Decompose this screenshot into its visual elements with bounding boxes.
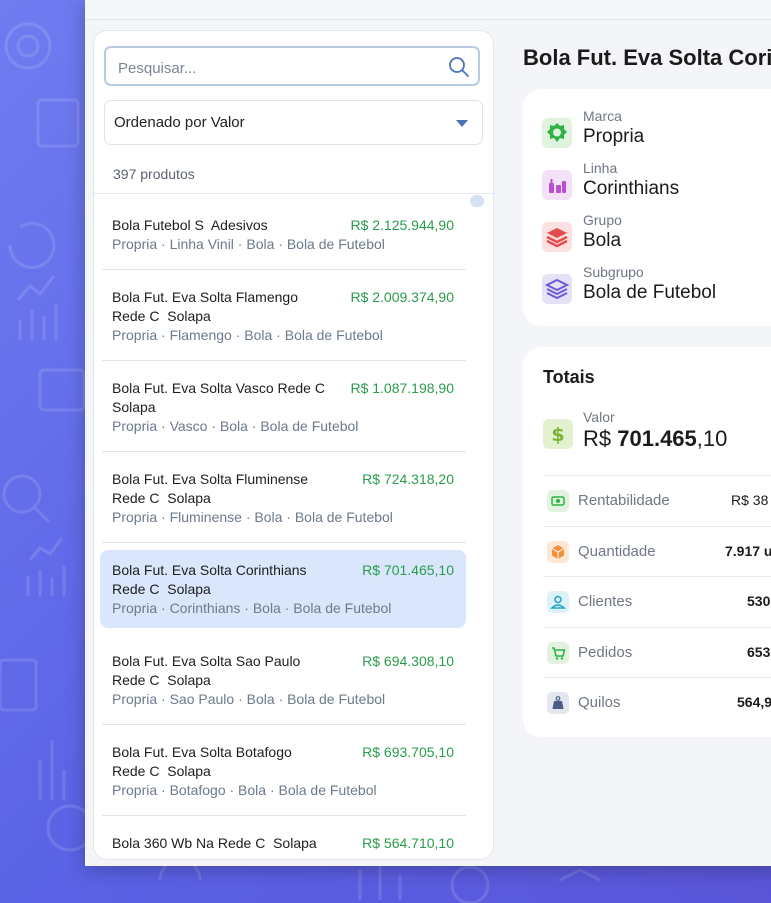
product-name: Bola Fut. Eva Solta Flamengo Rede C Sola… [112,289,302,324]
sort-select[interactable]: Ordenado por Valor [104,100,483,145]
sort-label: Ordenado por Valor [114,114,245,131]
list-item[interactable]: Bola Fut. Eva Solta Flamengo Rede C Sola… [100,270,466,361]
attribute-label: Subgrupo [583,264,644,280]
product-meta: Propria · Botafogo · Bola · Bola de Fute… [112,782,377,798]
kpi-value: 7.917 u [725,543,771,559]
product-meta: Propria · Vasco · Bola · Bola de Futebol [112,418,359,434]
cart-icon [547,642,569,664]
kpi-pedidos: Pedidos 653 [543,627,771,677]
product-price: R$ 2.009.374,90 [350,289,454,305]
product-price: R$ 564.710,10 [362,835,454,851]
product-list: Bola Futebol S Adesivos R$ 2.125.944,90 … [100,198,466,859]
product-price: R$ 1.087.198,90 [350,380,454,396]
attribute-value: Propria [583,126,645,147]
stack-icon [542,274,572,304]
box-icon [547,541,569,563]
attribute-label: Linha [583,160,618,176]
product-price: R$ 694.308,10 [362,653,454,669]
list-item[interactable]: Bola 360 Wb Na Rede C Solapa R$ 564.710,… [100,816,466,859]
chevron-down-icon [456,120,468,127]
product-name: Bola Futebol S Adesivos [112,217,268,233]
product-meta: Propria · Sao Paulo · Bola · Bola de Fut… [112,691,386,707]
kpi-label: Quantidade [578,543,656,560]
product-price: R$ 693.705,10 [362,744,454,760]
kpi-value: 530 [747,593,771,609]
product-meta: Propria · Fluminense · Bola · Bola de Fu… [112,509,393,525]
valor-label: Valor [583,409,615,425]
list-item[interactable]: Bola Futebol S Adesivos R$ 2.125.944,90 … [100,198,466,270]
divider [94,193,493,194]
product-name: Bola Fut. Eva Solta Botafogo Rede C Sola… [112,744,296,779]
list-item[interactable]: Bola Fut. Eva Solta Fluminense Rede C So… [100,452,466,543]
product-price: R$ 724.318,20 [362,471,454,487]
layers-icon [542,222,572,252]
product-price: R$ 2.125.944,90 [350,217,454,233]
user-icon [547,591,569,613]
search-box [104,46,480,86]
scrollbar-thumb[interactable] [470,195,484,207]
product-name: Bola Fut. Eva Solta Vasco Rede C Solapa [112,380,333,415]
product-list-panel: Ordenado por Valor 397 produtos Bola Fut… [93,30,494,860]
brand-badge-icon [542,118,572,148]
weight-icon [547,692,569,714]
list-item[interactable]: Bola Fut. Eva Solta Botafogo Rede C Sola… [100,725,466,816]
kpi-label: Quilos [578,694,621,711]
attribute-label: Marca [583,108,622,124]
list-item[interactable]: Bola Fut. Eva Solta Sao Paulo Rede C Sol… [100,634,466,725]
list-item[interactable]: Bola Fut. Eva Solta Vasco Rede C Solapa … [100,361,466,452]
product-name: Bola Fut. Eva Solta Sao Paulo Rede C Sol… [112,653,305,688]
bottles-icon [542,170,572,200]
kpi-value: 564,9 [737,694,771,710]
totals-heading: Totais [543,367,595,387]
svg-text:$: $ [551,424,564,446]
kpi-value: R$ 38 [731,492,769,508]
app-window: Ordenado por Valor 397 produtos Bola Fut… [85,0,771,866]
kpi-label: Clientes [578,593,633,610]
attribute-value: Corinthians [583,178,680,199]
product-name: Bola Fut. Eva Solta Fluminense Rede C So… [112,471,312,506]
product-name: Bola 360 Wb Na Rede C Solapa [112,835,317,851]
product-meta: Propria · Corinthians · Bola · Bola de F… [112,600,392,616]
kpi-quantidade: Quantidade 7.917 u [543,526,771,576]
kpi-value: 653 [747,644,771,660]
product-price: R$ 701.465,10 [362,562,454,578]
product-meta: Propria · Flamengo · Bola · Bola de Fute… [112,327,383,343]
kpi-quilos: Quilos 564,9 [543,677,771,727]
product-name: Bola Fut. Eva Solta Corinthians Rede C S… [112,562,311,597]
kpi-rentabilidade: Rentabilidade R$ 38 [543,475,771,525]
attributes-card: Marca Propria Linha Corinthians Grupo Bo… [523,89,771,326]
totals-card: Totais $ Valor R$ 701.465,10 Rentabilida… [523,347,771,737]
money-icon [547,490,569,512]
kpi-clientes: Clientes 530 [543,576,771,626]
search-icon[interactable] [448,56,470,78]
search-input[interactable] [116,57,440,79]
kpi-label: Rentabilidade [578,492,670,509]
attribute-label: Grupo [583,212,622,228]
top-bar [85,0,771,20]
attribute-value: Bola de Futebol [583,282,717,303]
product-title: Bola Fut. Eva Solta Cori [523,45,771,70]
kpi-label: Pedidos [578,644,633,661]
attribute-value: Bola [583,230,622,251]
product-count: 397 produtos [113,166,195,182]
product-meta: Propria · Linha Vinil · Bola · Bola de F… [112,236,385,252]
valor-value: R$ 701.465,10 [583,426,728,451]
dollar-icon: $ [543,419,573,449]
list-item-selected[interactable]: Bola Fut. Eva Solta Corinthians Rede C S… [100,543,466,634]
